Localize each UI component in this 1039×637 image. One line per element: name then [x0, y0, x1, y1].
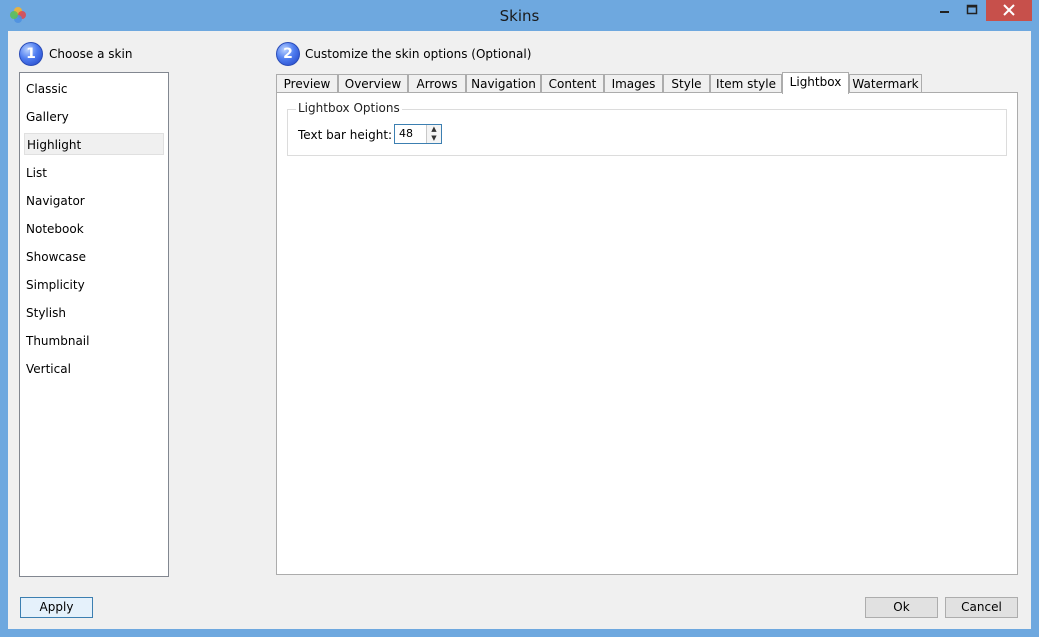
skin-item-showcase[interactable]: Showcase — [24, 246, 164, 268]
text-bar-height-spinbox[interactable]: 48 ▲ ▼ — [394, 124, 442, 144]
apply-button[interactable]: Apply — [20, 597, 93, 618]
spin-down-icon[interactable]: ▼ — [427, 134, 441, 143]
spin-buttons: ▲ ▼ — [426, 125, 441, 143]
tab-arrows[interactable]: Arrows — [408, 74, 466, 93]
dialog-body: 1 Choose a skin 2 Customize the skin opt… — [8, 31, 1031, 629]
step-2-label: Customize the skin options (Optional) — [305, 47, 532, 61]
tab-images[interactable]: Images — [604, 74, 663, 93]
tab-content[interactable]: Content — [541, 74, 604, 93]
lightbox-panel: Lightbox Options Text bar height: 48 ▲ ▼ — [276, 92, 1018, 575]
tab-preview[interactable]: Preview — [276, 74, 338, 93]
text-bar-height-value[interactable]: 48 — [399, 127, 413, 140]
close-button[interactable] — [986, 0, 1032, 21]
tab-style[interactable]: Style — [663, 74, 710, 93]
tab-watermark[interactable]: Watermark — [849, 74, 922, 93]
skin-item-thumbnail[interactable]: Thumbnail — [24, 330, 164, 352]
minimize-button[interactable] — [930, 0, 958, 21]
tab-item-style[interactable]: Item style — [710, 74, 782, 93]
skin-item-classic[interactable]: Classic — [24, 78, 164, 100]
skin-item-stylish[interactable]: Stylish — [24, 302, 164, 324]
cancel-button[interactable]: Cancel — [945, 597, 1018, 618]
title-bar: Skins — [0, 0, 1039, 31]
skin-item-vertical[interactable]: Vertical — [24, 358, 164, 380]
tab-lightbox[interactable]: Lightbox — [782, 72, 849, 94]
skin-item-simplicity[interactable]: Simplicity — [24, 274, 164, 296]
skin-item-navigator[interactable]: Navigator — [24, 190, 164, 212]
minimize-icon — [940, 11, 949, 13]
maximize-button[interactable] — [958, 0, 986, 21]
text-bar-height-label: Text bar height: — [298, 128, 393, 142]
window-title: Skins — [499, 7, 540, 25]
lightbox-options-group: Lightbox Options Text bar height: 48 ▲ ▼ — [287, 101, 1007, 156]
skin-list[interactable]: Classic Gallery Highlight List Navigator… — [19, 72, 169, 577]
skin-item-notebook[interactable]: Notebook — [24, 218, 164, 240]
tab-navigation[interactable]: Navigation — [466, 74, 541, 93]
maximize-icon — [966, 4, 978, 15]
skins-window: Skins 1 Choose a skin 2 Customize the sk… — [0, 0, 1039, 637]
skin-item-list[interactable]: List — [24, 162, 164, 184]
ok-button[interactable]: Ok — [865, 597, 938, 618]
step-1-badge: 1 — [19, 42, 43, 66]
skin-item-gallery[interactable]: Gallery — [24, 106, 164, 128]
skin-item-highlight[interactable]: Highlight — [24, 133, 164, 155]
step-1-label: Choose a skin — [49, 47, 133, 61]
tab-overview[interactable]: Overview — [338, 74, 408, 93]
group-title: Lightbox Options — [296, 101, 402, 115]
close-icon — [1003, 4, 1015, 16]
step-2-badge: 2 — [276, 42, 300, 66]
